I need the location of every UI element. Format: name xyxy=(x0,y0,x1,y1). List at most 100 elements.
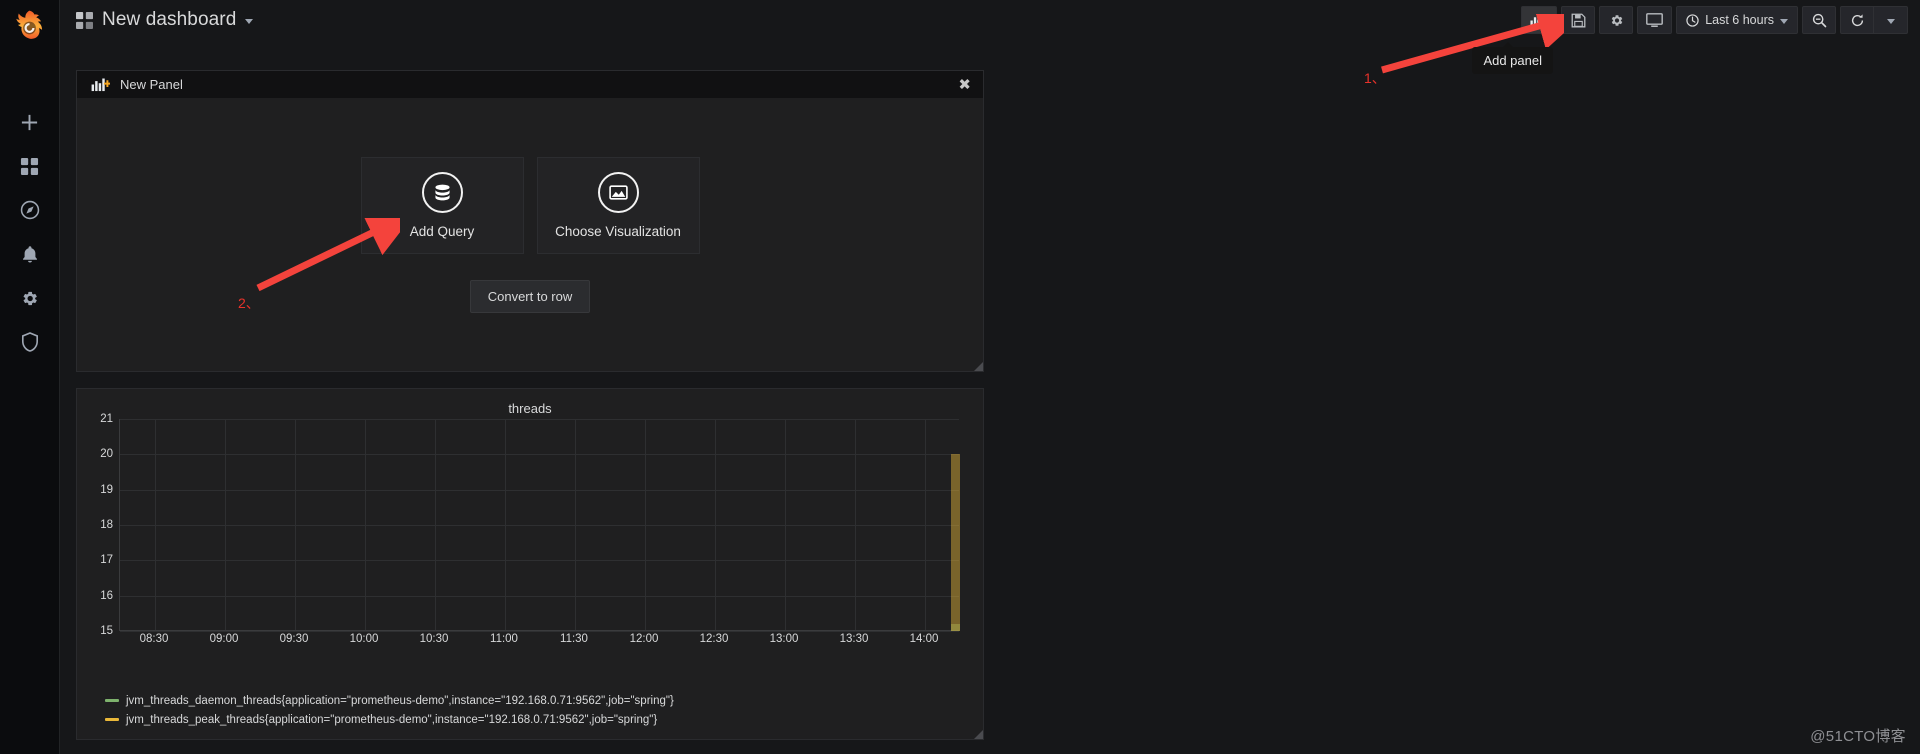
graph-legend: jvm_threads_daemon_threads{application="… xyxy=(77,691,985,729)
plot-area: 15 16 17 18 19 20 21 08:30 09:00 09:30 10:00 10:30… xyxy=(77,413,985,659)
series-datapoint xyxy=(951,454,960,631)
y-axis-tick: 19 xyxy=(100,483,113,496)
chevron-down-icon[interactable] xyxy=(245,19,254,24)
panel-option-cards: Add Query Choose Visualization xyxy=(360,156,700,254)
close-icon[interactable]: ✖ xyxy=(958,77,971,92)
time-range-picker[interactable]: Last 6 hours xyxy=(1676,6,1798,34)
sidebar-item-explore[interactable] xyxy=(0,188,60,232)
compass-icon xyxy=(20,200,39,220)
new-panel-body: Add Query Choose Visualization Convert t… xyxy=(77,98,983,371)
monitor-icon xyxy=(1646,12,1664,27)
grid-line-horizontal xyxy=(120,489,959,491)
sidebar-item-dashboards[interactable] xyxy=(0,144,60,188)
panel-resize-handle[interactable] xyxy=(974,730,983,739)
gear-icon xyxy=(1611,14,1622,26)
clock-icon xyxy=(1686,13,1699,27)
x-axis-tick: 11:00 xyxy=(490,633,518,645)
annotation-arrow-2 xyxy=(256,218,400,292)
dashboard-title-group[interactable]: New dashboard xyxy=(60,0,254,40)
refresh-icon xyxy=(1851,13,1863,26)
y-axis-tick: 18 xyxy=(100,519,113,531)
y-axis-tick: 16 xyxy=(100,589,113,602)
dashboard-settings-button[interactable] xyxy=(1599,6,1634,34)
choose-visualization-label: Choose Visualization xyxy=(555,223,681,239)
dashboard-toolbar: Last 6 hours xyxy=(1521,6,1908,34)
sidebar-item-create[interactable] xyxy=(0,100,60,144)
panel-resize-handle[interactable] xyxy=(974,362,983,371)
x-axis-tick: 13:30 xyxy=(839,633,869,645)
annotation-2-label: 2、 xyxy=(238,295,260,311)
y-axis-tick: 20 xyxy=(100,448,113,461)
y-axis-tick: 17 xyxy=(100,554,113,567)
legend-item[interactable]: jvm_threads_daemon_threads{application="… xyxy=(105,691,985,710)
grid-line-horizontal xyxy=(120,454,959,456)
sidebar-item-configuration[interactable] xyxy=(0,276,60,320)
save-dashboard-button[interactable] xyxy=(1561,6,1596,34)
choose-visualization-card[interactable]: Choose Visualization xyxy=(536,156,700,254)
x-axis-tick: 09:00 xyxy=(209,633,239,645)
new-panel-title: New Panel xyxy=(120,77,183,92)
plot-grid[interactable] xyxy=(119,419,960,632)
add-query-label: Add Query xyxy=(409,223,475,239)
grid-line-horizontal xyxy=(120,525,959,526)
new-panel-header[interactable]: New Panel ✖ xyxy=(77,71,983,98)
refresh-button[interactable] xyxy=(1840,6,1874,34)
watermark: @51CTO博客 xyxy=(1810,728,1906,745)
x-axis-tick: 10:30 xyxy=(419,633,449,645)
grid-icon xyxy=(76,11,93,29)
annotation-1-label: 1、 xyxy=(1364,70,1386,86)
time-range-label: Last 6 hours xyxy=(1705,13,1774,27)
new-panel: New Panel ✖ Add Query Choose Visualizati… xyxy=(76,70,984,372)
dashboards-grid-icon xyxy=(20,157,39,175)
grid-line-vertical xyxy=(715,419,716,630)
legend-label: jvm_threads_daemon_threads{application="… xyxy=(126,694,674,707)
gear-icon xyxy=(23,291,37,305)
chevron-down-icon xyxy=(1780,19,1788,24)
x-axis: 08:30 09:00 09:30 10:00 10:30 11:00 11:30 12:00… xyxy=(119,633,959,653)
grafana-logo[interactable] xyxy=(0,0,60,48)
chevron-down-icon xyxy=(1886,19,1895,24)
x-axis-tick: 09:30 xyxy=(279,633,309,645)
x-axis-tick: 14:00 xyxy=(909,633,939,645)
refresh-interval-button[interactable] xyxy=(1874,6,1908,34)
shield-icon xyxy=(21,332,38,352)
zoom-out-button[interactable] xyxy=(1802,6,1836,34)
grid-line-horizontal xyxy=(120,595,959,597)
cycle-view-mode-button[interactable] xyxy=(1637,6,1673,34)
x-axis-tick: 10:00 xyxy=(349,633,379,645)
graph-panel-title: threads xyxy=(508,401,552,416)
x-axis-tick: 13:00 xyxy=(769,633,799,645)
grid-line-vertical xyxy=(155,419,156,630)
grid-line-vertical xyxy=(225,419,226,630)
grid-line-vertical xyxy=(785,419,786,630)
x-axis-tick: 12:00 xyxy=(629,633,659,645)
legend-item[interactable]: jvm_threads_peak_threads{application="pr… xyxy=(105,710,985,729)
sidebar-item-alerting[interactable] xyxy=(0,232,60,276)
page-title: New dashboard xyxy=(102,9,237,30)
grid-line-vertical xyxy=(505,419,506,630)
grid-line-vertical xyxy=(575,419,576,630)
grid-line-horizontal xyxy=(120,560,959,562)
legend-color-swatch xyxy=(105,699,119,702)
x-axis-tick: 08:30 xyxy=(139,633,169,645)
top-bar: New dashboard Last 6 hours xyxy=(60,0,1920,40)
grid-line-vertical xyxy=(925,419,926,630)
side-navigation xyxy=(0,0,60,754)
grid-line-vertical xyxy=(435,419,436,630)
plus-icon xyxy=(21,114,38,130)
legend-color-swatch xyxy=(105,718,119,721)
grid-line-vertical xyxy=(365,419,366,630)
graph-area-icon xyxy=(597,171,639,213)
grid-line-vertical xyxy=(855,419,856,630)
convert-to-row-button[interactable]: Convert to row xyxy=(469,279,591,313)
add-panel-icon xyxy=(91,78,110,92)
grid-line-vertical xyxy=(645,419,646,630)
sidebar-item-server-admin[interactable] xyxy=(0,320,60,364)
y-axis-tick: 21 xyxy=(100,413,113,425)
refresh-group xyxy=(1840,6,1908,34)
legend-label: jvm_threads_peak_threads{application="pr… xyxy=(126,713,658,726)
grid-line-horizontal xyxy=(120,631,959,632)
search-minus-icon xyxy=(1812,13,1826,27)
graph-panel: threads 15 16 17 18 19 20 21 08:30 09:00 09:30 10… xyxy=(76,388,984,740)
x-axis-tick: 11:30 xyxy=(560,633,588,645)
